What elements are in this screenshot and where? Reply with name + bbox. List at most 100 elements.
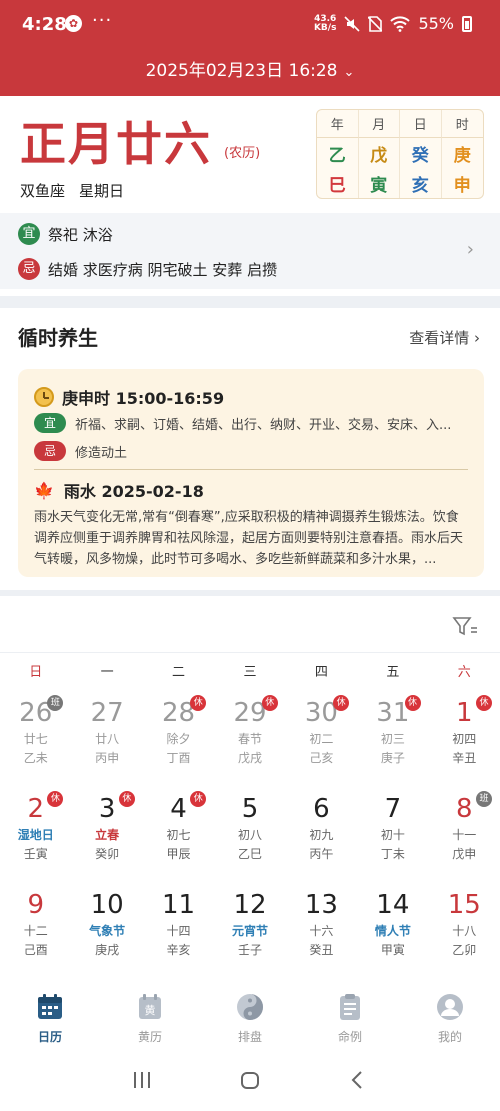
filter-icon[interactable] [452, 616, 478, 638]
lunar-day-label: 湿地日 [17, 828, 54, 842]
workday-badge: 班 [476, 791, 492, 807]
ganzhi-table[interactable]: 年 月 日 时 乙 戊 癸 庚 巳 寅 亥 申 [316, 109, 484, 199]
ganzhi-day-label: 癸卯 [95, 847, 120, 861]
calendar-day[interactable]: 31 初三 庚子休 [357, 690, 428, 786]
hour-ji-row: 忌 修造动土 [34, 441, 468, 461]
lunar-day-label: 初八 [237, 828, 262, 842]
calendar-day[interactable]: 1 初四 辛丑休 [429, 690, 500, 786]
weekday-wed: 三 [243, 665, 257, 680]
calendar-day[interactable]: 13 十六 癸丑 [286, 882, 357, 978]
calendar-day[interactable]: 15 十八 乙卯 [429, 882, 500, 978]
holiday-badge: 休 [476, 695, 492, 711]
date-selector-label: 2025年02月23日 16:28 [145, 61, 338, 81]
system-nav-bar [0, 1050, 500, 1111]
view-details-link[interactable]: 查看详情 › [409, 327, 480, 348]
solar-term-title: 雨水 2025-02-18 [63, 482, 204, 501]
calendar-day[interactable]: 26 廿七 乙未班 [0, 690, 71, 786]
network-speed: 43.6 KB/s [313, 13, 337, 33]
calendar-day[interactable]: 30 初二 己亥休 [286, 690, 357, 786]
calendar-day[interactable]: 28 除夕 丁酉休 [143, 690, 214, 786]
svg-text:黄: 黄 [145, 1003, 156, 1017]
ganzhi-header-day: 日 [400, 110, 442, 138]
nav-cases[interactable]: 命例 [300, 986, 400, 1050]
yi-text: 祭祀 沐浴 [48, 225, 113, 244]
calendar-day[interactable]: 29 春节 戊戌休 [214, 690, 285, 786]
ganzhi-stem-year: 乙 [317, 138, 359, 168]
weekday-fri: 五 [386, 665, 400, 680]
lunar-day-label: 初二 [309, 732, 334, 746]
notification-app-icon: ✿ [65, 15, 82, 32]
maple-leaf-icon: 🍁 [34, 480, 54, 500]
nav-almanac-label: 黄历 [137, 1030, 162, 1044]
mute-icon [344, 15, 361, 32]
calendar-day[interactable]: 2 湿地日 壬寅休 [0, 786, 71, 882]
day-number: 6 [313, 794, 330, 824]
chevron-right-icon: › [466, 239, 474, 260]
home-icon[interactable] [238, 1068, 262, 1092]
nav-chart[interactable]: 排盘 [200, 986, 300, 1050]
clipboard-icon [340, 994, 360, 1020]
health-card[interactable]: 庚申时 15:00-16:59 宜 祈福、求嗣、订婚、结婚、出行、纳财、开业、交… [18, 369, 484, 577]
day-number: 5 [241, 794, 259, 824]
lunar-day-label: 初三 [380, 732, 405, 746]
calendar-day[interactable]: 27 廿八 丙申 [71, 690, 142, 786]
calendar-icon [38, 994, 62, 1019]
calendar-day[interactable]: 14 情人节 甲寅 [357, 882, 428, 978]
holiday-badge: 休 [261, 695, 278, 711]
calendar-day[interactable]: 6 初九 丙午 [286, 786, 357, 882]
lunar-day-label: 春节 [237, 732, 262, 746]
ganzhi-day-label: 壬子 [237, 943, 262, 957]
ji-row: 忌 结婚 求医疗病 阴宅破土 安葬 启攒 [18, 258, 277, 280]
constellation-weekday: 双鱼座 星期日 [20, 180, 124, 201]
calendar-day[interactable]: 11 十四 辛亥 [143, 882, 214, 978]
yin-yang-icon [237, 994, 263, 1020]
day-number: 14 [376, 890, 410, 920]
ganzhi-day-label: 壬寅 [23, 847, 48, 861]
nav-calendar[interactable]: 日历 [0, 986, 100, 1050]
holiday-badge: 休 [118, 791, 135, 807]
calendar-day[interactable]: 3 立春 癸卯休 [71, 786, 142, 882]
calendar-day[interactable]: 5 初八 乙巳 [214, 786, 285, 882]
ganzhi-branch-hour: 申 [453, 175, 471, 196]
calendar-day[interactable]: 7 初十 丁未 [357, 786, 428, 882]
hour-row: 庚申时 15:00-16:59 [34, 385, 224, 409]
ganzhi-day-label: 己亥 [309, 751, 334, 765]
ji-text: 结婚 求医疗病 阴宅破土 安葬 启攒 [48, 260, 278, 279]
lunar-day-label: 十八 [452, 924, 477, 938]
recent-apps-icon[interactable] [130, 1068, 154, 1092]
lunar-tag: (农历) [224, 146, 261, 161]
lunar-day-label: 廿七 [23, 732, 48, 746]
ganzhi-branch-year: 巳 [317, 168, 359, 198]
solar-term-row: 🍁 雨水 2025-02-18 [34, 478, 204, 502]
ganzhi-stem-day: 癸 [400, 138, 442, 168]
clock-icon [34, 387, 54, 407]
profile-icon [437, 994, 463, 1020]
almanac-icon: 黄 [139, 994, 161, 1019]
weekday-sun: 日 [29, 665, 43, 680]
day-number: 13 [304, 890, 338, 920]
calendar-day[interactable]: 4 初七 甲辰休 [143, 786, 214, 882]
nav-mine[interactable]: 我的 [400, 986, 500, 1050]
battery-icon [462, 15, 472, 32]
section-divider [0, 296, 500, 308]
yi-row: 宜 祭祀 沐浴 [18, 223, 113, 245]
yi-ji-panel[interactable]: 宜 祭祀 沐浴 忌 结婚 求医疗病 阴宅破土 安葬 启攒 › [0, 213, 500, 289]
health-section-title: 循时养生 [18, 326, 98, 350]
ji-badge: 忌 [18, 258, 40, 280]
nav-almanac[interactable]: 黄 黄历 [100, 986, 200, 1050]
back-icon[interactable] [346, 1068, 370, 1092]
ganzhi-header-month: 月 [358, 110, 400, 138]
ganzhi-branch-day: 亥 [400, 168, 442, 198]
ganzhi-branch-month: 寅 [359, 168, 400, 198]
date-selector[interactable]: 2025年02月23日 16:28 ⌄ [0, 56, 500, 81]
ganzhi-day-label: 丙申 [95, 751, 120, 765]
hour-ji-pill: 忌 [34, 441, 66, 461]
ganzhi-stem-month: 戊 [359, 138, 400, 168]
ganzhi-stem-hour: 庚 [453, 145, 471, 166]
ganzhi-day-label: 辛亥 [166, 943, 191, 957]
calendar-day[interactable]: 9 十二 己酉 [0, 882, 71, 978]
day-number: 15 [447, 890, 481, 920]
calendar-day[interactable]: 8 十一 戊申班 [429, 786, 500, 882]
calendar-day[interactable]: 12 元宵节 壬子 [214, 882, 285, 978]
calendar-day[interactable]: 10 气象节 庚戌 [71, 882, 142, 978]
